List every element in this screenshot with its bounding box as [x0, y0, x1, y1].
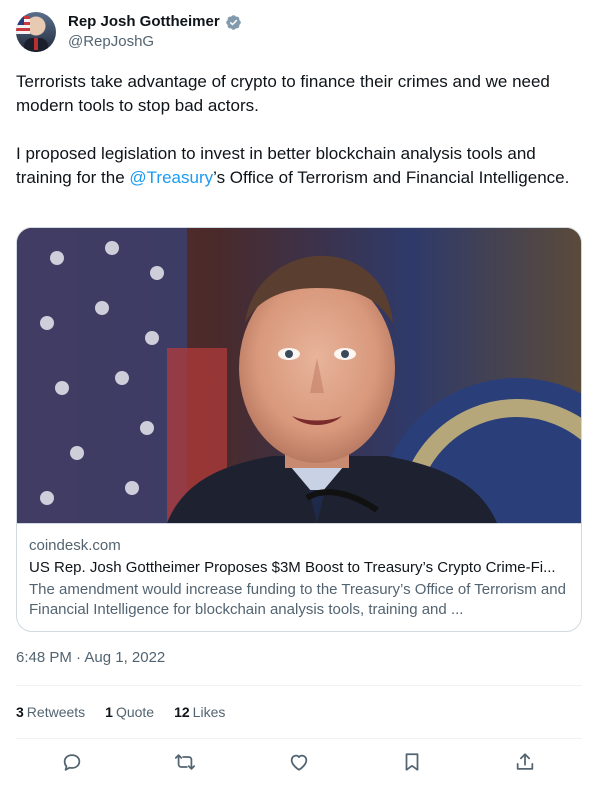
share-button[interactable]: [514, 751, 538, 775]
card-title: US Rep. Josh Gottheimer Proposes $3M Boo…: [29, 559, 556, 576]
retweet-button[interactable]: [174, 751, 198, 775]
heart-icon: [290, 754, 308, 771]
likes-count: 12: [174, 704, 190, 720]
share-icon: [516, 753, 534, 770]
card-image[interactable]: [17, 228, 581, 523]
reply-button[interactable]: [61, 751, 85, 775]
author-name[interactable]: Rep Josh Gottheimer: [68, 13, 220, 31]
flag-graphic: [16, 16, 30, 34]
tweet-text: Terrorists take advantage of crypto to f…: [16, 70, 582, 190]
divider: [16, 738, 582, 739]
quotes-label: Quote: [115, 704, 155, 720]
mention-link[interactable]: @Treasury: [129, 168, 213, 187]
bookmark-icon: [405, 753, 419, 771]
retweets-stat[interactable]: 3 Retweets: [16, 701, 85, 723]
tweet-timestamp[interactable]: 6:48 PM · Aug 1, 2022: [16, 648, 165, 668]
divider: [16, 685, 582, 686]
engagement-stats: 3 Retweets 1 Quote 12 Likes: [16, 701, 225, 723]
link-card[interactable]: coindesk.com US Rep. Josh Gottheimer Pro…: [16, 227, 582, 632]
verified-badge-icon: [225, 14, 241, 30]
likes-stat[interactable]: 12 Likes: [174, 701, 225, 723]
avatar-tie: [34, 38, 38, 50]
tweet-text-segment: ’s Office of Terrorism and Financial Int…: [213, 168, 570, 187]
tweet-paragraph-1: Terrorists take advantage of crypto to f…: [16, 72, 550, 115]
card-domain: coindesk.com: [29, 537, 121, 554]
retweets-label: Retweets: [26, 704, 86, 720]
avatar[interactable]: [16, 12, 56, 52]
name-row: Rep Josh Gottheimer: [68, 13, 242, 31]
card-description: The amendment would increase funding to …: [29, 581, 566, 618]
article-photo: [17, 228, 581, 523]
author-handle[interactable]: @RepJoshG: [68, 33, 154, 51]
quotes-count: 1: [105, 704, 113, 720]
likes-label: Likes: [192, 704, 226, 720]
tweet-header: Rep Josh Gottheimer @RepJoshG: [16, 12, 582, 54]
card-meta[interactable]: coindesk.com US Rep. Josh Gottheimer Pro…: [17, 523, 581, 631]
quotes-stat[interactable]: 1 Quote: [105, 701, 154, 723]
action-bar: [16, 741, 582, 787]
retweet-icon: [174, 754, 196, 770]
bookmark-button[interactable]: [401, 751, 425, 775]
retweets-count: 3: [16, 704, 24, 720]
reply-icon: [63, 754, 81, 771]
tweet-paragraph-2: I proposed legislation to invest in bett…: [16, 142, 582, 190]
like-button[interactable]: [288, 751, 312, 775]
